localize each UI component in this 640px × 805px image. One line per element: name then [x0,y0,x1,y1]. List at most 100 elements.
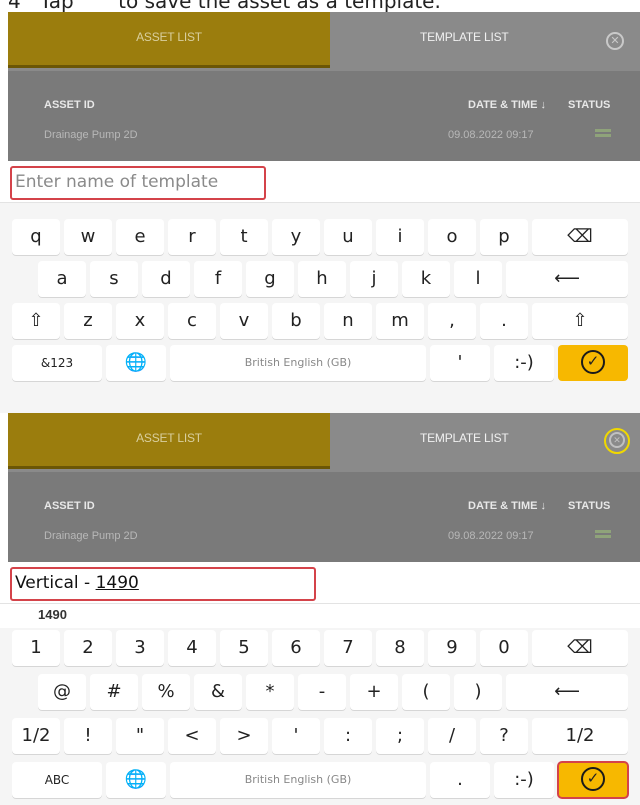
suggestion-item[interactable]: 1490 [38,607,67,622]
key[interactable]: r [168,219,216,255]
key[interactable]: 1/2 [532,718,628,754]
enter-icon[interactable]: ⟵ [506,261,628,297]
column-date-time[interactable]: DATE & TIME ↓ [468,500,546,512]
asset-name[interactable]: Drainage Pump 2D [44,530,138,542]
asset-list: ASSET ID DATE & TIME ↓ STATUS Drainage P… [8,71,640,161]
space-bar[interactable]: British English (GB) [170,762,426,798]
column-asset-id[interactable]: ASSET ID [44,500,95,512]
screenshot-panel-1: ASSET LIST TEMPLATE LIST ✕ ASSET ID DATE… [0,12,640,413]
confirm-button[interactable]: ✓ [557,761,629,799]
column-date-time[interactable]: DATE & TIME ↓ [468,99,546,111]
smiley-key[interactable]: :-) [494,762,554,798]
tab-asset-list[interactable]: ASSET LIST [8,413,330,469]
space-bar[interactable]: British English (GB) [170,345,426,381]
key[interactable]: k [402,261,450,297]
key[interactable]: c [168,303,216,339]
key[interactable]: ? [480,718,528,754]
smiley-key[interactable]: :-) [494,345,554,381]
tab-template-list[interactable]: TEMPLATE LIST [330,413,600,469]
asset-name[interactable]: Drainage Pump 2D [44,129,138,141]
key[interactable]: < [168,718,216,754]
key[interactable]: b [272,303,320,339]
key[interactable]: p [480,219,528,255]
backspace-icon[interactable]: ⌫ [532,630,628,666]
key[interactable]: . [480,303,528,339]
key[interactable]: ; [376,718,424,754]
template-name-input[interactable]: Enter name of template [10,166,266,200]
column-status[interactable]: STATUS [568,500,610,512]
column-status[interactable]: STATUS [568,99,610,111]
key[interactable]: t [220,219,268,255]
close-icon[interactable]: ✕ [604,428,630,454]
key[interactable]: 4 [168,630,216,666]
symbols-key[interactable]: &123 [12,345,102,381]
key[interactable]: - [298,674,346,710]
key[interactable]: j [350,261,398,297]
confirm-button[interactable]: ✓ [558,345,628,381]
key[interactable]: w [64,219,112,255]
column-asset-id[interactable]: ASSET ID [44,99,95,111]
keyboard-row-4: ABC 🌐 British English (GB) . :-) ✓ [0,760,640,800]
key[interactable]: , [428,303,476,339]
key[interactable]: 1/2 [12,718,60,754]
key[interactable]: / [428,718,476,754]
key[interactable]: g [246,261,294,297]
key[interactable]: : [324,718,372,754]
key[interactable]: a [38,261,86,297]
key[interactable]: % [142,674,190,710]
key[interactable]: x [116,303,164,339]
globe-icon[interactable]: 🌐 [106,345,166,381]
key[interactable]: u [324,219,372,255]
key[interactable]: o [428,219,476,255]
asset-list: ASSET ID DATE & TIME ↓ STATUS Drainage P… [8,472,640,562]
key[interactable]: 2 [64,630,112,666]
key[interactable]: 9 [428,630,476,666]
key[interactable]: 6 [272,630,320,666]
key[interactable]: ' [430,345,490,381]
key[interactable]: 7 [324,630,372,666]
key[interactable]: > [220,718,268,754]
key[interactable]: v [220,303,268,339]
template-name-row: Vertical - 1490 [0,562,640,604]
key[interactable]: y [272,219,320,255]
key[interactable]: . [430,762,490,798]
shift-icon[interactable]: ⇧ [532,303,628,339]
key[interactable]: q [12,219,60,255]
globe-icon[interactable]: 🌐 [106,762,166,798]
key[interactable]: s [90,261,138,297]
close-icon[interactable]: ✕ [606,32,624,50]
key[interactable]: 3 [116,630,164,666]
key[interactable]: @ [38,674,86,710]
keyboard: q w e r t y u i o p ⌫ a s d f g h j k l … [0,203,640,413]
template-name-input[interactable]: Vertical - 1490 [10,567,316,601]
key[interactable]: e [116,219,164,255]
key[interactable]: m [376,303,424,339]
key[interactable]: n [324,303,372,339]
key[interactable]: 0 [480,630,528,666]
key[interactable]: ) [454,674,502,710]
letters-key[interactable]: ABC [12,762,102,798]
key[interactable]: l [454,261,502,297]
key[interactable]: f [194,261,242,297]
key[interactable]: 5 [220,630,268,666]
key[interactable]: d [142,261,190,297]
key[interactable]: & [194,674,242,710]
key[interactable]: ( [402,674,450,710]
key[interactable]: ' [272,718,320,754]
key[interactable]: # [90,674,138,710]
key[interactable]: 1 [12,630,60,666]
key[interactable]: ! [64,718,112,754]
key[interactable]: " [116,718,164,754]
shift-icon[interactable]: ⇧ [12,303,60,339]
key[interactable]: + [350,674,398,710]
enter-icon[interactable]: ⟵ [506,674,628,710]
tab-asset-list[interactable]: ASSET LIST [8,12,330,68]
key[interactable]: z [64,303,112,339]
tab-template-list[interactable]: TEMPLATE LIST [330,12,600,68]
key[interactable]: 8 [376,630,424,666]
backspace-icon[interactable]: ⌫ [532,219,628,255]
instruction-caption: 4 Tap to save the asset as a template. [8,0,441,12]
key[interactable]: * [246,674,294,710]
key[interactable]: i [376,219,424,255]
key[interactable]: h [298,261,346,297]
